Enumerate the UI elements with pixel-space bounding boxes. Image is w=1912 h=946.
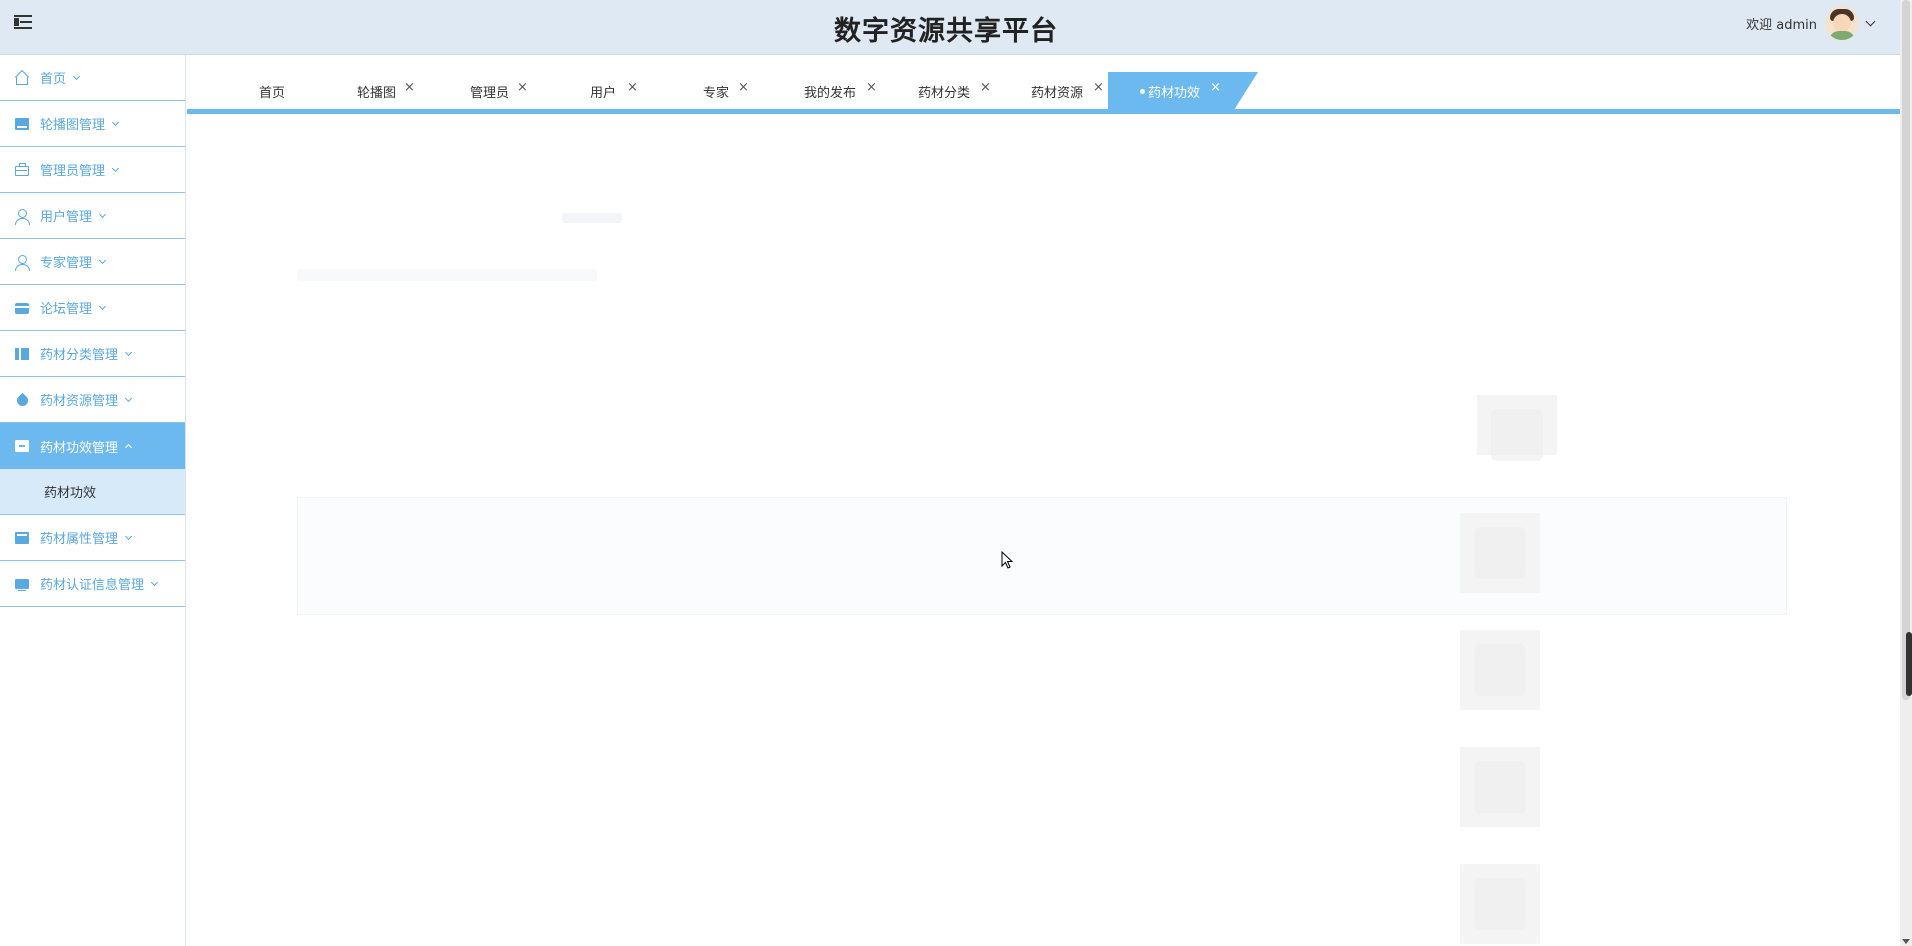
card-icon xyxy=(14,300,30,316)
sidebar-item-forum[interactable]: 论坛管理 xyxy=(0,285,185,331)
image-thumbnail xyxy=(1460,747,1540,827)
sidebar-item-label: 药材分类管理 xyxy=(40,348,119,363)
tab-label: 轮播图 xyxy=(357,85,397,101)
close-icon[interactable]: × xyxy=(738,80,749,95)
sidebar-item-herb-category[interactable]: 药材分类管理 xyxy=(0,331,185,377)
sidebar-item-label: 用户管理 xyxy=(40,210,93,225)
site-title: 数字资源共享平台 xyxy=(834,16,1058,47)
chevron-down-icon xyxy=(124,348,133,356)
sidebar-item-label: 轮播图管理 xyxy=(40,118,106,133)
tab-carousel[interactable]: 轮播图 × xyxy=(357,72,427,110)
tab-my-posts[interactable]: 我的发布 × xyxy=(804,72,884,110)
active-dot-icon xyxy=(1140,88,1145,94)
sidebar-item-label: 论坛管理 xyxy=(40,302,93,317)
close-icon[interactable]: × xyxy=(1210,80,1221,95)
chevron-down-icon xyxy=(150,578,159,586)
chevron-down-icon xyxy=(124,532,133,540)
chevron-down-icon xyxy=(98,210,107,218)
mouse-cursor-icon xyxy=(1001,551,1013,569)
chevron-down-icon xyxy=(111,164,120,172)
sidebar-item-label: 药材属性管理 xyxy=(40,532,119,547)
sidebar-subitem-herb-efficacy[interactable]: 药材功效 xyxy=(0,469,185,515)
chevron-down-icon xyxy=(124,394,133,402)
chevron-down-icon xyxy=(98,302,107,310)
box-icon xyxy=(14,438,30,454)
tab-experts[interactable]: 专家 × xyxy=(703,72,763,110)
placeholder-block xyxy=(297,269,597,281)
tab-label: 用户 xyxy=(590,85,617,101)
main-content xyxy=(187,117,1900,946)
user-icon xyxy=(14,254,30,271)
tab-label: 专家 xyxy=(703,85,730,101)
sidebar-item-herb-resource[interactable]: 药材资源管理 xyxy=(0,377,185,423)
sidebar-item-home[interactable]: 首页 xyxy=(0,55,185,101)
tab-home[interactable]: 首页 xyxy=(259,72,285,110)
sidebar-item-herb-attribute[interactable]: 药材属性管理 xyxy=(0,515,185,561)
close-icon[interactable]: × xyxy=(1093,80,1104,95)
tab-herb-category[interactable]: 药材分类 × xyxy=(918,72,998,110)
user-menu[interactable]: 欢迎 admin xyxy=(1746,6,1876,40)
sidebar-item-label: 药材认证信息管理 xyxy=(40,578,145,593)
chevron-down-icon xyxy=(98,256,107,264)
sidebar-item-label: 首页 xyxy=(40,72,67,87)
sidebar-item-admins[interactable]: 管理员管理 xyxy=(0,147,185,193)
monitor-icon xyxy=(14,576,30,592)
scroll-down-icon[interactable] xyxy=(1902,939,1910,944)
tab-icon xyxy=(14,530,30,546)
sidebar: 首页 轮播图管理 管理员管理 用户管理 专家管理 论坛管理 药材分类管理 药材资… xyxy=(0,55,186,946)
user-icon xyxy=(14,208,30,225)
tab-admins[interactable]: 管理员 × xyxy=(470,72,540,110)
drop-icon xyxy=(14,392,31,408)
avatar[interactable] xyxy=(1825,6,1859,40)
sidebar-item-herb-certification[interactable]: 药材认证信息管理 xyxy=(0,561,185,607)
scrollbar-handle[interactable] xyxy=(1906,632,1912,696)
tab-label: 药材功效 xyxy=(1148,85,1201,101)
chevron-up-icon xyxy=(124,443,133,452)
sidebar-item-label: 管理员管理 xyxy=(40,164,106,179)
sidebar-item-carousel[interactable]: 轮播图管理 xyxy=(0,101,185,147)
chevron-down-icon xyxy=(111,118,120,126)
book-icon xyxy=(14,346,30,362)
top-header: 数字资源共享平台 欢迎 admin xyxy=(0,0,1912,55)
placeholder-block xyxy=(562,213,622,223)
tab-bar: 首页 轮播图 × 管理员 × 用户 × 专家 × 我的发布 × 药材分类 × 药… xyxy=(187,72,1900,116)
close-icon[interactable]: × xyxy=(404,80,415,95)
chevron-down-icon[interactable] xyxy=(1865,16,1876,26)
tab-label: 药材分类 xyxy=(918,85,971,101)
image-thumbnail xyxy=(1460,513,1540,593)
table-row xyxy=(297,497,1787,615)
tab-users[interactable]: 用户 × xyxy=(590,72,650,110)
sidebar-item-experts[interactable]: 专家管理 xyxy=(0,239,185,285)
sidebar-item-label: 药材资源管理 xyxy=(40,394,119,409)
image-icon xyxy=(14,116,30,132)
briefcase-icon xyxy=(14,162,30,178)
close-icon[interactable]: × xyxy=(627,80,638,95)
image-thumbnail xyxy=(1460,630,1540,710)
close-icon[interactable]: × xyxy=(517,80,528,95)
image-thumbnail xyxy=(1477,395,1557,461)
sidebar-item-herb-efficacy[interactable]: 药材功效管理 xyxy=(0,423,185,469)
image-thumbnail xyxy=(1460,864,1540,944)
welcome-text: 欢迎 admin xyxy=(1746,17,1817,33)
tab-label: 管理员 xyxy=(470,85,510,101)
tab-label: 我的发布 xyxy=(804,85,857,101)
scrollbar[interactable] xyxy=(1900,0,1912,946)
tab-herb-resource[interactable]: 药材资源 × xyxy=(1031,72,1111,110)
sidebar-item-label: 专家管理 xyxy=(40,256,93,271)
tab-label: 药材资源 xyxy=(1031,85,1084,101)
tab-label: 首页 xyxy=(259,85,286,101)
sidebar-item-users[interactable]: 用户管理 xyxy=(0,193,185,239)
sidebar-item-label: 药材功效管理 xyxy=(40,440,119,456)
close-icon[interactable]: × xyxy=(866,80,877,95)
close-icon[interactable]: × xyxy=(980,80,991,95)
tab-herb-efficacy[interactable]: 药材功效 × xyxy=(1108,72,1258,110)
chevron-down-icon xyxy=(72,72,81,80)
scrollbar-thumb[interactable] xyxy=(1902,0,1910,700)
home-icon xyxy=(14,69,30,86)
